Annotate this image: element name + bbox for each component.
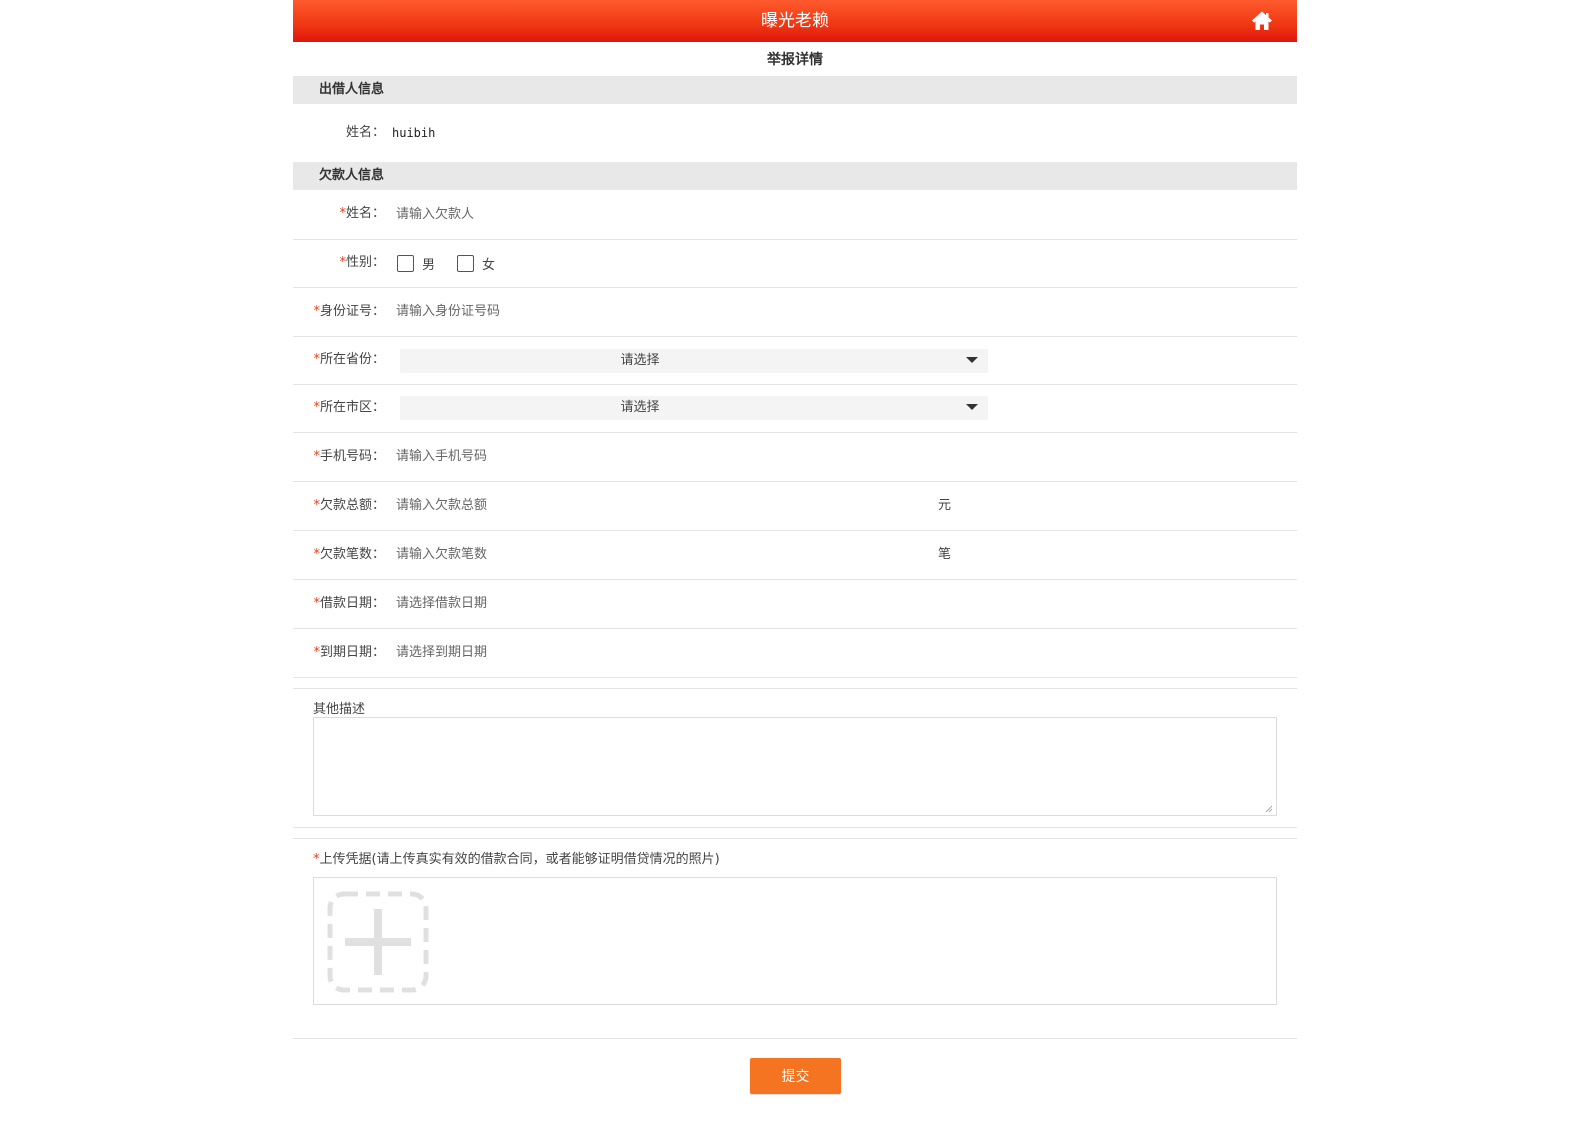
id-number-input[interactable] [396,288,916,335]
debtor-name-input[interactable] [396,190,916,238]
debtor-name-label: 姓名： [345,206,385,221]
gender-male-label: 男 [422,257,436,273]
gender-label: 性别： [345,255,385,270]
due-date-input[interactable] [396,629,916,676]
checkbox-box[interactable] [457,254,475,272]
top-bar: 曝光老赖 [293,0,1297,42]
loan-date-input[interactable] [396,580,916,627]
subtitle: 举报详情 [767,52,823,68]
phone-row: *手机号码： [293,433,1297,482]
total-amount-input[interactable] [396,482,916,529]
gender-male-checkbox[interactable]: 男 [397,254,435,273]
gender-female-checkbox[interactable]: 女 [457,254,495,273]
add-image-icon[interactable] [327,891,429,993]
city-label: 所在市区： [319,400,385,415]
divider [293,688,1297,689]
loan-date-label: 借款日期： [319,596,385,611]
id-number-row: *身份证号： [293,288,1297,337]
debt-count-label: 欠款笔数： [319,547,385,562]
home-icon[interactable] [1251,10,1273,32]
divider [293,1038,1297,1039]
resize-handle-icon[interactable] [1265,805,1273,813]
description-textarea[interactable] [313,717,1277,816]
debtor-name-row: *姓名： [293,190,1297,240]
page-title: 曝光老赖 [761,11,829,31]
submit-button[interactable]: 提交 [750,1058,841,1094]
debt-count-input[interactable] [396,531,916,578]
chevron-down-icon [966,404,978,410]
gender-row: *性别： 男 女 [293,240,1297,288]
lender-name-label: 姓名： [345,125,385,140]
province-selected-value: 请选择 [620,353,660,368]
lender-name-value: huibih [392,126,436,140]
due-date-row: *到期日期： [293,629,1297,678]
checkbox-box[interactable] [397,254,414,272]
total-amount-row: *欠款总额： 元 [293,482,1297,531]
loan-date-row: *借款日期： [293,580,1297,629]
phone-label: 手机号码： [319,449,385,464]
city-select[interactable]: 请选择 [400,396,988,420]
total-amount-unit: 元 [938,498,952,513]
id-number-label: 身份证号： [319,304,385,319]
description-label: 其他描述 [313,702,366,717]
phone-input[interactable] [396,433,916,480]
debt-count-unit: 笔 [938,547,952,562]
upload-label: 上传凭据(请上传真实有效的借款合同，或者能够证明借贷情况的照片) [319,852,720,867]
upload-area [313,877,1277,1005]
lender-name-row: 姓名： huibih [293,113,1297,153]
province-select[interactable]: 请选择 [400,349,988,373]
gender-options: 男 女 [397,240,517,286]
province-label: 所在省份： [319,352,385,367]
lender-section-heading: 出借人信息 [293,76,1297,104]
province-row: *所在省份： 请选择 [293,337,1297,385]
due-date-label: 到期日期： [319,645,385,660]
city-row: *所在市区： 请选择 [293,385,1297,433]
total-amount-label: 欠款总额： [319,498,385,513]
gender-female-label: 女 [482,257,496,273]
divider [293,827,1297,828]
divider [293,838,1297,839]
chevron-down-icon [966,357,978,363]
debt-count-row: *欠款笔数： 笔 [293,531,1297,580]
city-selected-value: 请选择 [620,400,660,415]
debtor-section-heading: 欠款人信息 [293,162,1297,190]
report-page: 曝光老赖 举报详情 出借人信息 姓名： huibih 欠款人信息 *姓名： *性… [293,0,1297,1144]
